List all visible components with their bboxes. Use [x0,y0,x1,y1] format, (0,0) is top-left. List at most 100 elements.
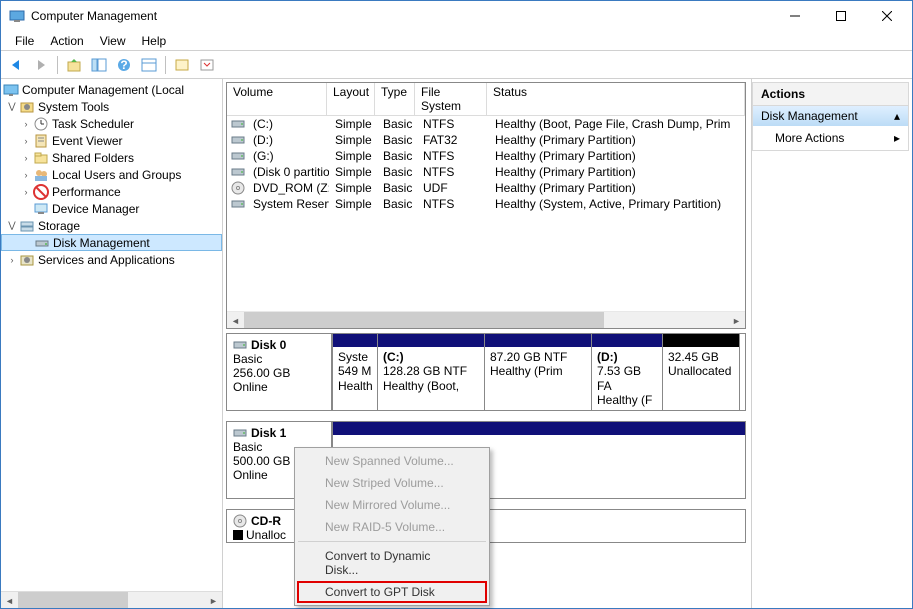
disk-size: 256.00 GB [233,366,325,380]
col-status[interactable]: Status [487,83,745,115]
partition-label: (D:)7.53 GB FAHealthy (F [592,347,662,410]
svg-text:?: ? [120,58,127,72]
col-volume[interactable]: Volume [227,83,327,115]
vol-fs: UDF [417,181,489,195]
expand-icon[interactable]: › [19,153,33,163]
up-button[interactable] [63,54,85,76]
partition-bar [485,334,591,347]
volume-scrollbar[interactable]: ◄ ► [227,311,745,328]
help-button[interactable]: ? [113,54,135,76]
volume-row[interactable]: (D:)SimpleBasicFAT32Healthy (Primary Par… [227,132,745,148]
drive-icon [231,149,245,163]
ctx-new-mirrored[interactable]: New Mirrored Volume... [297,494,487,516]
toolbar-separator [57,56,58,74]
vol-fs: NTFS [417,117,489,131]
tree-scrollbar[interactable]: ◄ ► [1,591,222,608]
col-type[interactable]: Type [375,83,415,115]
ctx-new-spanned[interactable]: New Spanned Volume... [297,450,487,472]
partition-bar [378,334,484,347]
disk-row[interactable]: Disk 0Basic256.00 GBOnlineSyste549 MHeal… [226,333,746,411]
back-button[interactable] [5,54,27,76]
expand-icon[interactable]: › [19,170,33,180]
more-actions[interactable]: More Actions ▸ [752,126,909,151]
volume-row[interactable]: (Disk 0 partition 4)SimpleBasicNTFSHealt… [227,164,745,180]
expand-icon[interactable]: › [19,119,33,129]
forward-button[interactable] [30,54,52,76]
tree-local-users[interactable]: › Local Users and Groups [1,166,222,183]
ctx-convert-dynamic[interactable]: Convert to Dynamic Disk... [297,545,487,581]
tree-root[interactable]: Computer Management (Local [1,81,222,98]
partition-box[interactable]: 32.45 GBUnallocated [662,333,740,411]
tree-performance[interactable]: › Performance [1,183,222,200]
partition-box[interactable]: (C:)128.28 GB NTFHealthy (Boot, [377,333,485,411]
tree-label: Performance [52,185,121,199]
menu-view[interactable]: View [92,32,134,50]
col-filesystem[interactable]: File System [415,83,487,115]
scroll-left-icon[interactable]: ◄ [227,312,244,329]
disk-title: Disk 1 [251,426,286,440]
expand-icon[interactable]: ⋁ [5,220,19,231]
ctx-new-raid5[interactable]: New RAID-5 Volume... [297,516,487,538]
expand-icon[interactable]: ⋁ [5,101,19,112]
vol-name: (G:) [247,149,329,163]
settings-button[interactable] [171,54,193,76]
vol-fs: NTFS [417,197,489,211]
scroll-right-icon[interactable]: ► [205,592,222,608]
scroll-right-icon[interactable]: ► [728,312,745,329]
tree-label: Local Users and Groups [52,168,181,182]
tree-disk-management[interactable]: Disk Management [1,234,222,251]
tree-event-viewer[interactable]: › Event Viewer [1,132,222,149]
col-layout[interactable]: Layout [327,83,375,115]
volume-row[interactable]: (C:)SimpleBasicNTFSHealthy (Boot, Page F… [227,116,745,132]
toolbar: ? [1,51,912,79]
maximize-button[interactable] [818,1,864,31]
scroll-thumb[interactable] [244,312,604,328]
minimize-button[interactable] [772,1,818,31]
tree-label: Disk Management [53,236,150,250]
tree-task-scheduler[interactable]: › Task Scheduler [1,115,222,132]
partition-bar [663,334,739,347]
close-button[interactable] [864,1,910,31]
tree-device-manager[interactable]: Device Manager [1,200,222,217]
tree-label: System Tools [38,100,109,114]
menu-help[interactable]: Help [134,32,175,50]
chevron-right-icon: ▸ [894,131,900,145]
actions-category[interactable]: Disk Management ▴ [752,106,909,126]
disk-icon [233,426,247,440]
show-hide-tree-button[interactable] [88,54,110,76]
ctx-new-striped[interactable]: New Striped Volume... [297,472,487,494]
vol-layout: Simple [329,181,377,195]
tree-services-apps[interactable]: › Services and Applications [1,251,222,268]
expand-icon[interactable]: › [19,136,33,146]
partition-box[interactable]: 87.20 GB NTFHealthy (Prim [484,333,592,411]
partition-label [333,435,745,441]
drive-icon [231,165,245,179]
vol-name: System Reserved [247,197,329,211]
scroll-thumb[interactable] [18,592,128,608]
vol-status: Healthy (Primary Partition) [489,165,745,179]
partition-box[interactable]: Syste549 MHealth [332,333,378,411]
expand-icon[interactable]: › [19,187,33,197]
tree-systools[interactable]: ⋁ System Tools [1,98,222,115]
scroll-left-icon[interactable]: ◄ [1,592,18,608]
ctx-convert-gpt[interactable]: Convert to GPT Disk [297,581,487,603]
context-menu: New Spanned Volume... New Striped Volume… [294,447,490,606]
tree-label: Task Scheduler [52,117,134,131]
menu-action[interactable]: Action [42,32,91,50]
volume-row[interactable]: System ReservedSimpleBasicNTFSHealthy (S… [227,196,745,212]
volume-row[interactable]: (G:)SimpleBasicNTFSHealthy (Primary Part… [227,148,745,164]
tree-storage[interactable]: ⋁ Storage [1,217,222,234]
volume-row[interactable]: DVD_ROM (Z:)SimpleBasicUDFHealthy (Prima… [227,180,745,196]
disk-header[interactable]: Disk 0Basic256.00 GBOnline [227,334,332,410]
partition-box[interactable]: (D:)7.53 GB FAHealthy (F [591,333,663,411]
expand-icon[interactable]: › [5,255,19,265]
partition-label: (C:)128.28 GB NTFHealthy (Boot, [378,347,484,396]
menu-file[interactable]: File [7,32,42,50]
view-button[interactable] [138,54,160,76]
partition-label: 32.45 GBUnallocated [663,347,739,382]
refresh-button[interactable] [196,54,218,76]
drive-icon [231,133,245,147]
vol-type: Basic [377,197,417,211]
tree-shared-folders[interactable]: › Shared Folders [1,149,222,166]
drive-icon [231,181,245,195]
